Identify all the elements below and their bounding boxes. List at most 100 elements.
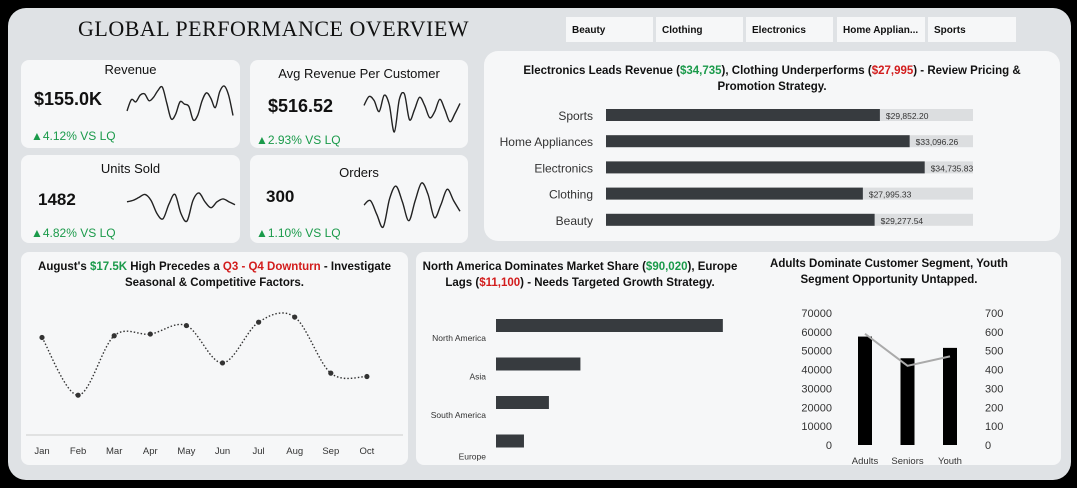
monthly-headline: August's $17.5K High Precedes a Q3 - Q4 …: [38, 261, 391, 289]
segment-label: Adults: [852, 456, 879, 465]
month-label: Jul: [253, 446, 265, 457]
region-label: Asia: [469, 372, 486, 382]
monthly-point: [39, 334, 45, 341]
category-bar: [606, 213, 875, 226]
region-label: Europe: [459, 452, 487, 462]
region-bar-chart: North America Asia South America Europe: [431, 319, 723, 462]
region-label: North America: [432, 333, 486, 343]
tab-beauty[interactable]: Beauty: [566, 17, 653, 42]
category-bar-chart: Sports $29,852.20 Home Appliances $33,096.2…: [500, 109, 974, 228]
left-tick-label: 60000: [801, 327, 832, 339]
revenue-sparkline-path: [126, 85, 234, 122]
tab-sports[interactable]: Sports: [928, 17, 1016, 42]
left-tick-label: 20000: [801, 402, 832, 414]
right-tick-label: 700: [985, 308, 1003, 320]
arpc-sparkline-path: [363, 92, 461, 133]
monthly-point: [292, 314, 298, 320]
right-tick-label: 200: [985, 402, 1003, 414]
month-label: May: [177, 446, 195, 457]
month-label: Oct: [360, 446, 375, 457]
monthly-line-chart: Jan Feb Mar Apr May Jun Jul Aug Sep Oct: [26, 312, 403, 457]
region-segment-card: North America Dominates Market Share ($9…: [416, 252, 1061, 465]
page-title: GLOBAL PERFORMANCE OVERVIEW: [78, 16, 470, 41]
month-label: Jan: [34, 446, 49, 457]
region-bar: [496, 319, 723, 332]
right-tick-label: 100: [985, 421, 1003, 433]
category-bar: [606, 109, 880, 121]
region-bar: [496, 434, 524, 448]
month-label: Jun: [215, 446, 230, 457]
tab-electronics[interactable]: Electronics: [746, 17, 833, 42]
kpi-revenue-label: Revenue: [104, 62, 157, 77]
month-label: Mar: [106, 446, 122, 457]
kpi-revenue-value: $155.0K: [34, 89, 103, 109]
month-label: Feb: [70, 446, 86, 457]
month-label: Apr: [143, 446, 158, 457]
right-tick-label: 300: [985, 383, 1003, 395]
orders-sparkline-path: [363, 182, 461, 229]
month-label: Aug: [286, 446, 303, 457]
kpi-revenue-delta: ▲4.12% VS LQ: [31, 129, 116, 143]
left-tick-label: 50000: [801, 346, 832, 358]
monthly-revenue-card: August's $17.5K High Precedes a Q3 - Q4 …: [21, 252, 408, 465]
region-label: South America: [431, 410, 487, 420]
region-bar: [496, 357, 581, 371]
units-sparkline-path: [126, 192, 236, 223]
left-tick-label: 70000: [801, 308, 832, 320]
kpi-orders-delta: ▲1.10% VS LQ: [256, 226, 341, 240]
monthly-point: [219, 360, 226, 366]
region-headline: North America Dominates Market Share ($9…: [422, 261, 738, 289]
kpi-units-delta: ▲4.82% VS LQ: [31, 226, 116, 240]
monthly-point: [328, 370, 334, 376]
category-label: Electronics: [534, 161, 593, 175]
segment-revenue-bar: [900, 358, 915, 445]
tab-home-appliances[interactable]: Home Applian...: [837, 17, 925, 42]
kpi-card-orders: Orders 300 ▲1.10% VS LQ: [250, 155, 468, 243]
category-bar: [606, 161, 925, 174]
segment-headline: Adults Dominate Customer Segment, Youth …: [770, 258, 1008, 286]
region-bar: [496, 396, 549, 409]
category-data-label: $29,852.20: [886, 111, 929, 121]
kpi-card-revenue: Revenue $155.0K ▲4.12% VS LQ: [21, 60, 240, 148]
right-tick-label: 400: [985, 365, 1003, 377]
kpi-orders-label: Orders: [339, 165, 379, 180]
segment-label: Seniors: [891, 456, 923, 465]
arpc-sparkline: [363, 92, 461, 133]
kpi-arpc-value: $516.52: [268, 96, 334, 116]
monthly-point: [256, 319, 262, 325]
segment-revenue-bar: [943, 347, 957, 445]
orders-sparkline: [363, 182, 461, 229]
monthly-point: [183, 322, 189, 329]
revenue-sparkline: [126, 85, 234, 122]
kpi-arpc-label: Avg Revenue Per Customer: [278, 66, 440, 81]
kpi-card-arpc: Avg Revenue Per Customer $516.52 ▲2.93% …: [250, 60, 468, 148]
category-label: Home Appliances: [500, 135, 593, 149]
right-tick-label: 0: [985, 440, 991, 452]
left-tick-label: 0: [826, 440, 832, 452]
monthly-point: [111, 333, 117, 339]
units-sparkline: [126, 192, 236, 223]
category-data-label: $27,995.33: [869, 190, 912, 200]
category-revenue-card: Electronics Leads Revenue ($34,735), Clo…: [484, 51, 1060, 241]
category-bar: [606, 135, 910, 148]
segment-revenue-bar: [858, 336, 872, 445]
monthly-line: [41, 312, 367, 396]
segment-combo-chart: 70000 60000 50000 40000 30000 20000 10000 0 700 6…: [801, 308, 1003, 465]
category-label: Sports: [558, 109, 593, 123]
category-bar: [606, 187, 863, 200]
left-tick-label: 40000: [801, 365, 832, 377]
category-data-label: $29,277.54: [881, 216, 924, 226]
segment-label: Youth: [938, 456, 962, 465]
kpi-units-label: Units Sold: [100, 161, 161, 176]
kpi-card-units: Units Sold 1482 ▲4.82% VS LQ: [21, 155, 240, 243]
tab-clothing[interactable]: Clothing: [656, 17, 743, 42]
kpi-arpc-delta: ▲2.93% VS LQ: [256, 133, 341, 147]
kpi-orders-value: 300: [266, 187, 295, 206]
category-headline: Electronics Leads Revenue ($34,735), Clo…: [523, 65, 1021, 93]
kpi-units-value: 1482: [38, 190, 76, 209]
right-tick-label: 500: [985, 346, 1003, 358]
category-label: Beauty: [556, 214, 593, 228]
category-data-label: $34,735.83: [931, 163, 974, 173]
category-data-label: $33,096.26: [916, 137, 959, 147]
monthly-point: [75, 392, 81, 398]
